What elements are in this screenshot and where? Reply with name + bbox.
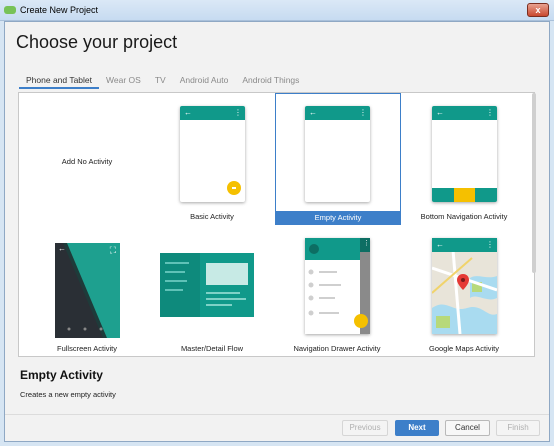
- template-master-detail-flow[interactable]: Master/Detail Flow: [150, 229, 274, 356]
- template-google-maps-activity[interactable]: ← ⋮ Google Maps Activity: [402, 229, 526, 356]
- page-title: Choose your project: [16, 32, 178, 52]
- overflow-menu-icon: ⋮: [486, 240, 494, 249]
- template-gallery: Add No Activity ← ⋮ Basic Activity ← ⋮ E…: [18, 92, 535, 357]
- bottom-navigation-preview: ← ⋮: [432, 106, 497, 202]
- template-label: Bottom Navigation Activity: [420, 212, 508, 221]
- gallery-scrollbar[interactable]: [532, 93, 536, 273]
- template-basic-activity[interactable]: ← ⋮ Basic Activity: [150, 97, 274, 225]
- app-bar: ← ⋮: [180, 106, 245, 120]
- template-empty-activity[interactable]: ← ⋮ Empty Activity: [275, 93, 401, 225]
- back-arrow-icon: ←: [436, 240, 444, 249]
- back-arrow-icon: ←: [184, 108, 192, 117]
- template-label: Master/Detail Flow: [180, 344, 244, 353]
- expand-icon: ⛶: [109, 245, 116, 255]
- google-maps-preview: ← ⋮: [432, 238, 497, 334]
- finish-button[interactable]: Finish: [496, 420, 540, 436]
- overflow-menu-icon: ⋮: [363, 240, 370, 247]
- overflow-menu-icon: ⋮: [486, 108, 494, 117]
- bottom-navigation-bar: [432, 188, 497, 202]
- template-fullscreen-activity[interactable]: ← ⛶ Fullscreen Activity: [25, 229, 149, 356]
- template-label: Google Maps Activity: [428, 344, 500, 353]
- overflow-menu-icon: ⋮: [359, 108, 367, 117]
- tab-tv[interactable]: TV: [148, 69, 173, 89]
- dialog-window: Choose your project Phone and Tablet Wea…: [4, 21, 550, 442]
- tab-android-auto[interactable]: Android Auto: [173, 69, 236, 89]
- tab-phone-and-tablet[interactable]: Phone and Tablet: [19, 69, 100, 89]
- template-label: Basic Activity: [190, 212, 234, 221]
- close-button[interactable]: x: [527, 3, 549, 17]
- template-label: Empty Activity: [276, 211, 400, 224]
- template-label: Navigation Drawer Activity: [293, 344, 381, 353]
- map-illustration: [432, 238, 497, 334]
- previous-button[interactable]: Previous: [342, 420, 388, 436]
- master-detail-illustration: [160, 253, 254, 317]
- template-add-no-activity[interactable]: Add No Activity: [25, 97, 149, 225]
- empty-activity-preview: ← ⋮: [305, 106, 370, 202]
- master-detail-preview: [160, 253, 254, 317]
- window-title: Create New Project: [20, 5, 99, 15]
- navigation-drawer-preview: ⋮: [305, 238, 370, 334]
- android-studio-icon: [4, 6, 16, 14]
- header: Choose your project: [5, 22, 549, 66]
- overflow-menu-icon: ⋮: [234, 108, 242, 117]
- footer-bar: Previous Next Cancel Finish: [5, 414, 549, 441]
- cancel-button[interactable]: Cancel: [445, 420, 490, 436]
- fullscreen-preview: ← ⛶: [55, 243, 120, 338]
- selected-nav-item: [454, 188, 475, 202]
- template-detail: Empty Activity Creates a new empty activ…: [5, 357, 549, 414]
- template-navigation-drawer-activity[interactable]: ⋮ Navigation Drawer Activity: [275, 229, 399, 356]
- template-label: Add No Activity: [61, 157, 113, 166]
- detail-description: Creates a new empty activity: [20, 390, 116, 399]
- tab-android-things[interactable]: Android Things: [235, 69, 306, 89]
- detail-title: Empty Activity: [20, 368, 103, 382]
- back-arrow-icon: ←: [58, 244, 66, 253]
- platform-tabs: Phone and Tablet Wear OS TV Android Auto…: [19, 69, 306, 89]
- floating-action-button-icon: [227, 181, 241, 195]
- template-bottom-navigation-activity[interactable]: ← ⋮ Bottom Navigation Activity: [402, 97, 526, 225]
- app-bar: ← ⋮: [305, 106, 370, 120]
- template-label: Fullscreen Activity: [56, 344, 118, 353]
- fullscreen-illustration: [55, 243, 107, 338]
- basic-activity-preview: ← ⋮: [180, 106, 245, 202]
- title-bar: Create New Project x: [0, 0, 554, 21]
- next-button[interactable]: Next: [395, 420, 439, 436]
- navigation-drawer-illustration: [305, 238, 370, 334]
- app-bar: ← ⋮: [432, 106, 497, 120]
- back-arrow-icon: ←: [436, 108, 444, 117]
- back-arrow-icon: ←: [309, 108, 317, 117]
- tab-wear-os[interactable]: Wear OS: [99, 69, 148, 89]
